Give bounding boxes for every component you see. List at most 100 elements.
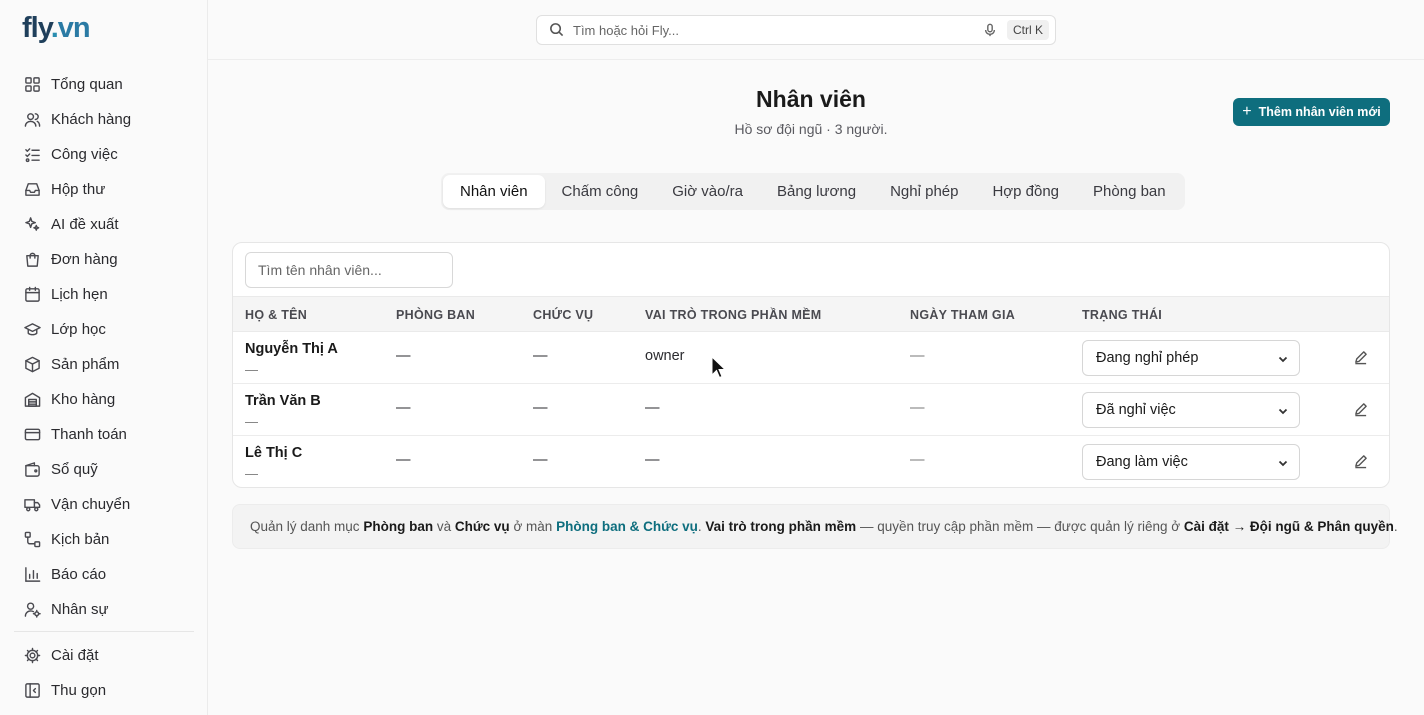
sidebar-item-gear[interactable]: Cài đặt — [14, 638, 194, 673]
status-select[interactable]: Đang nghỉ phép — [1082, 340, 1300, 376]
plus-icon: + — [1242, 103, 1252, 120]
tab-5[interactable]: Hợp đồng — [975, 175, 1076, 208]
sidebar-divider — [14, 631, 194, 632]
note-text-2: và — [436, 519, 452, 534]
department-cell: — — [396, 348, 411, 364]
column-header: NGÀY THAM GIA — [910, 308, 1016, 322]
sidebar-item-label: Báo cáo — [51, 566, 107, 583]
sidebar-item-sparkles[interactable]: AI đề xuất — [14, 207, 194, 242]
table-header: HỌ & TÊN PHÒNG BAN CHỨC VỤ VAI TRÒ TRONG PH… — [233, 296, 1389, 332]
sidebar-item-calendar[interactable]: Lịch hẹn — [14, 277, 194, 312]
sidebar-item-warehouse[interactable]: Kho hàng — [14, 382, 194, 417]
sidebar-item-label: Kịch bản — [51, 531, 110, 548]
note-text-4: . — [697, 519, 702, 534]
edit-icon[interactable] — [1353, 350, 1369, 366]
page-subtitle: Hồ sơ đội ngũ · 3 người. — [734, 121, 888, 137]
role-cell: owner — [645, 348, 685, 364]
employee-sub: — — [245, 362, 258, 377]
grid-icon — [23, 76, 41, 94]
sidebar-item-label: Sản phẩm — [51, 356, 120, 373]
tab-4[interactable]: Nghỉ phép — [873, 175, 975, 208]
sidebar-nav: Tổng quan Khách hàng Công việc Hộp thư AI đề… — [14, 67, 194, 708]
tab-1[interactable]: Chấm công — [545, 175, 656, 208]
role-cell: — — [645, 452, 660, 468]
workflow-icon — [23, 531, 41, 549]
status-select[interactable]: Đã nghỉ việc — [1082, 392, 1300, 428]
sidebar-item-package[interactable]: Sản phẩm — [14, 347, 194, 382]
sidebar-item-label: Nhân sự — [51, 601, 109, 618]
brand-logo[interactable]: fly.vn — [22, 12, 91, 45]
chevron-down-icon — [1277, 353, 1289, 365]
sidebar-item-tasks[interactable]: Công việc — [14, 137, 194, 172]
gear-icon — [23, 647, 41, 665]
sidebar: fly.vn Tổng quan Khách hàng Công việc Hộp t… — [0, 0, 208, 715]
note-bold-department: Phòng ban — [363, 519, 434, 534]
calendar-icon — [23, 286, 41, 304]
sidebar-item-bar-chart[interactable]: Báo cáo — [14, 557, 194, 592]
department-position-link[interactable]: Phòng ban & Chức vụ — [556, 519, 698, 534]
sidebar-item-user-cog[interactable]: Nhân sự — [14, 592, 194, 627]
bar-chart-icon — [23, 566, 41, 584]
add-employee-button[interactable]: + Thêm nhân viên mới — [1233, 98, 1390, 126]
tab-bar: Nhân viên Chấm công Giờ vào/ra Bảng lương Ng… — [441, 173, 1185, 210]
employee-name[interactable]: Nguyễn Thị A — [245, 341, 338, 357]
note-text-5: — quyền truy cập phần mềm — được quản lý… — [859, 519, 1181, 534]
info-note: Quản lý danh mục Phòng ban và Chức vụ ở … — [232, 504, 1398, 549]
sidebar-item-truck[interactable]: Vận chuyển — [14, 487, 194, 522]
chevron-down-icon — [1277, 405, 1289, 417]
microphone-icon[interactable] — [983, 23, 997, 37]
sidebar-item-shopping-bag[interactable]: Đơn hàng — [14, 242, 194, 277]
global-search[interactable]: Tìm hoặc hỏi Fly... Ctrl K — [536, 15, 1056, 45]
department-cell: — — [396, 400, 411, 416]
department-cell: — — [396, 452, 411, 468]
table-row[interactable]: Trần Văn B — — — — — Đã nghỉ việc — [233, 384, 1389, 436]
chevron-down-icon — [1277, 457, 1289, 469]
sidebar-item-label: Lịch hẹn — [51, 286, 108, 303]
sidebar-item-label: Kho hàng — [51, 391, 116, 408]
sidebar-item-label: Sổ quỹ — [51, 461, 98, 478]
sidebar-item-grid[interactable]: Tổng quan — [14, 67, 194, 102]
tab-3[interactable]: Bảng lương — [760, 175, 873, 208]
column-header: CHỨC VỤ — [533, 308, 594, 322]
sidebar-item-wallet[interactable]: Sổ quỹ — [14, 452, 194, 487]
sidebar-item-inbox[interactable]: Hộp thư — [14, 172, 194, 207]
sidebar-item-workflow[interactable]: Kịch bản — [14, 522, 194, 557]
brand-name-part2: vn — [57, 12, 91, 44]
tab-2[interactable]: Giờ vào/ra — [655, 175, 760, 208]
edit-icon[interactable] — [1353, 402, 1369, 418]
truck-icon — [23, 496, 41, 514]
table-row[interactable]: Lê Thị C — — — — — Đang làm việc — [233, 436, 1389, 487]
mouse-cursor-icon — [711, 356, 727, 379]
employee-search-input[interactable]: Tìm tên nhân viên... — [245, 252, 453, 288]
note-text-1: Quản lý danh mục — [250, 519, 360, 534]
sidebar-item-label: AI đề xuất — [51, 216, 119, 233]
top-bar: Tìm hoặc hỏi Fly... Ctrl K — [208, 0, 1424, 60]
sidebar-item-collapse[interactable]: Thu gọn — [14, 673, 194, 708]
note-bold-position: Chức vụ — [454, 519, 510, 534]
package-icon — [23, 356, 41, 374]
joined-date-cell: — — [910, 348, 925, 364]
joined-date-cell: — — [910, 400, 925, 416]
status-select[interactable]: Đang làm việc — [1082, 444, 1300, 480]
status-value: Đang nghỉ phép — [1096, 350, 1199, 366]
column-header: PHÒNG BAN — [396, 308, 476, 322]
position-cell: — — [533, 348, 548, 364]
sidebar-item-users[interactable]: Khách hàng — [14, 102, 194, 137]
search-input[interactable]: Tìm hoặc hỏi Fly... — [573, 23, 983, 38]
tab-0[interactable]: Nhân viên — [443, 175, 545, 208]
sidebar-item-label: Thu gọn — [51, 682, 107, 699]
brand-dot: . — [50, 12, 59, 44]
shortcut-badge: Ctrl K — [1007, 20, 1049, 40]
sidebar-item-graduation-cap[interactable]: Lớp học — [14, 312, 194, 347]
graduation-cap-icon — [23, 321, 41, 339]
table-row[interactable]: Nguyễn Thị A — — — owner — Đang nghỉ phép — [233, 332, 1389, 384]
tab-6[interactable]: Phòng ban — [1076, 175, 1183, 208]
page-title: Nhân viên — [756, 86, 866, 112]
edit-icon[interactable] — [1353, 454, 1369, 470]
sidebar-item-credit-card[interactable]: Thanh toán — [14, 417, 194, 452]
note-bold-role: Vai trò trong phần mềm — [705, 519, 857, 534]
employee-sub: — — [245, 466, 258, 481]
employee-name[interactable]: Lê Thị C — [245, 445, 302, 461]
employee-name[interactable]: Trần Văn B — [245, 393, 321, 409]
sidebar-item-label: Cài đặt — [51, 647, 99, 664]
